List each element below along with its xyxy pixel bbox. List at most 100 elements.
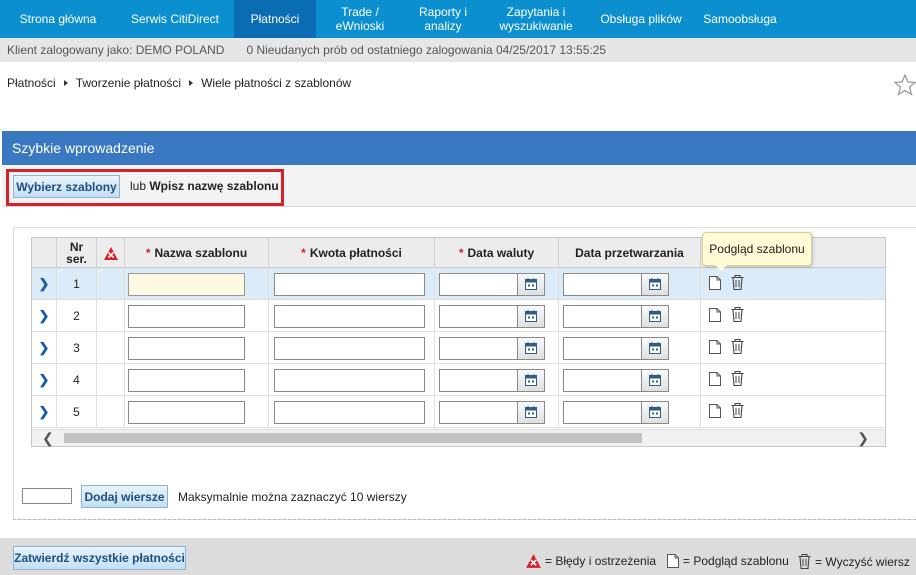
amount-cell — [269, 268, 435, 300]
expand-row-icon[interactable]: ❯ — [32, 268, 57, 300]
clear-row-icon[interactable] — [730, 306, 745, 326]
template-preview-icon[interactable] — [708, 403, 722, 422]
calendar-icon[interactable] — [518, 368, 545, 392]
nav-item-home[interactable]: Strona główna — [0, 0, 116, 38]
breadcrumb-arrow-icon — [189, 80, 194, 86]
template-name-input[interactable] — [128, 400, 245, 424]
type-template-name-link[interactable]: Wpisz nazwę szablonu — [149, 179, 278, 193]
scroll-left-icon[interactable]: ❮ — [42, 430, 54, 446]
legend-errors-label: = Błędy i ostrzeżenia — [545, 554, 657, 568]
template-name-hint: lub Wpisz nazwę szablonu — [130, 179, 279, 193]
row-actions — [701, 364, 885, 396]
clear-row-icon[interactable] — [730, 338, 745, 358]
amount-cell — [269, 364, 435, 396]
calendar-icon[interactable] — [642, 272, 669, 296]
expand-row-icon[interactable]: ❯ — [32, 332, 57, 364]
calendar-icon[interactable] — [642, 304, 669, 328]
amount-input[interactable] — [274, 336, 425, 360]
nav-item-files[interactable]: Obsługa plików — [590, 0, 692, 38]
processing-date-input[interactable] — [563, 336, 642, 360]
value-date-input[interactable] — [439, 368, 518, 392]
clear-row-icon[interactable] — [730, 274, 745, 294]
template-name-input[interactable] — [128, 272, 245, 296]
breadcrumb-create-payment[interactable]: Tworzenie płatności — [76, 76, 181, 90]
row-error-cell — [97, 396, 125, 428]
calendar-icon[interactable] — [642, 336, 669, 360]
template-name-input[interactable] — [128, 368, 245, 392]
error-warning-icon — [526, 554, 541, 568]
document-icon — [667, 554, 679, 568]
scroll-right-icon[interactable]: ❯ — [857, 430, 869, 446]
calendar-icon[interactable] — [642, 400, 669, 424]
value-date-input[interactable] — [439, 336, 518, 360]
value-date-input[interactable] — [439, 272, 518, 296]
table-row: ❯ 1 — [32, 268, 885, 300]
template-name-input[interactable] — [128, 304, 245, 328]
breadcrumb: Płatności Tworzenie płatności Wiele płat… — [7, 76, 351, 90]
header-expand — [32, 238, 57, 268]
legend-errors: = Błędy i ostrzeżenia — [525, 553, 656, 569]
expand-row-icon[interactable]: ❯ — [32, 396, 57, 428]
legend-clear-label: = Wyczyść wiersz — [815, 554, 910, 569]
confirm-all-payments-button[interactable]: Zatwierdź wszystkie płatności — [13, 546, 186, 570]
nav-item-queries[interactable]: Zapytania i wyszukiwanie — [482, 0, 590, 38]
nav-item-reports[interactable]: Raporty i analizy — [404, 0, 482, 38]
row-error-cell — [97, 332, 125, 364]
template-name-cell — [125, 332, 269, 364]
header-template-name-label: Nazwa szablonu — [154, 246, 248, 260]
breadcrumb-payments[interactable]: Płatności — [7, 76, 56, 90]
horizontal-scrollbar[interactable]: ❮ ❯ — [32, 429, 885, 446]
value-date-cell — [435, 332, 559, 364]
processing-date-cell — [559, 332, 701, 364]
add-rows-button[interactable]: Dodaj wiersze — [81, 485, 168, 508]
error-warning-icon — [103, 246, 118, 260]
row-actions — [701, 300, 885, 332]
calendar-icon[interactable] — [642, 368, 669, 392]
value-date-input[interactable] — [439, 304, 518, 328]
processing-date-input[interactable] — [563, 304, 642, 328]
legend-clear: = Wyczyść wiersz — [797, 553, 910, 570]
template-preview-icon[interactable] — [708, 307, 722, 326]
breadcrumb-arrow-icon — [63, 80, 68, 86]
table-row: ❯ 5 — [32, 396, 885, 428]
template-name-input[interactable] — [128, 336, 245, 360]
template-preview-icon[interactable] — [708, 275, 722, 294]
template-preview-icon[interactable] — [708, 339, 722, 358]
nav-item-payments[interactable]: Płatności — [234, 0, 316, 38]
row-actions — [701, 332, 885, 364]
template-preview-icon[interactable] — [708, 371, 722, 390]
expand-row-icon[interactable]: ❯ — [32, 364, 57, 396]
row-actions — [701, 396, 885, 428]
calendar-icon[interactable] — [518, 304, 545, 328]
processing-date-input[interactable] — [563, 368, 642, 392]
template-name-cell — [125, 300, 269, 332]
processing-date-input[interactable] — [563, 272, 642, 296]
value-date-cell — [435, 364, 559, 396]
favorite-star-icon[interactable] — [894, 74, 916, 96]
scrollbar-thumb[interactable] — [64, 433, 642, 443]
max-rows-info: Maksymalnie można zaznaczyć 10 wierszy — [178, 490, 407, 504]
calendar-icon[interactable] — [518, 336, 545, 360]
processing-date-input[interactable] — [563, 400, 642, 424]
calendar-icon[interactable] — [518, 400, 545, 424]
nav-item-trade[interactable]: Trade / eWnioski — [316, 0, 404, 38]
amount-input[interactable] — [274, 368, 425, 392]
row-error-cell — [97, 300, 125, 332]
amount-input[interactable] — [274, 272, 425, 296]
nav-item-citidirect[interactable]: Serwis CitiDirect — [116, 0, 234, 38]
rows-count-input[interactable] — [22, 488, 72, 504]
calendar-icon[interactable] — [518, 272, 545, 296]
clear-row-icon[interactable] — [730, 370, 745, 390]
clear-row-icon[interactable] — [730, 402, 745, 422]
amount-input[interactable] — [274, 400, 425, 424]
nav-item-self-service[interactable]: Samoobsługa — [692, 0, 788, 38]
amount-input[interactable] — [274, 304, 425, 328]
expand-row-icon[interactable]: ❯ — [32, 300, 57, 332]
value-date-input[interactable] — [439, 400, 518, 424]
required-mark: * — [301, 246, 306, 260]
header-value-date-label: Data waluty — [467, 246, 535, 260]
row-number: 5 — [57, 396, 97, 428]
row-error-cell — [97, 268, 125, 300]
value-date-cell — [435, 268, 559, 300]
select-templates-button[interactable]: Wybierz szablony — [13, 175, 120, 198]
